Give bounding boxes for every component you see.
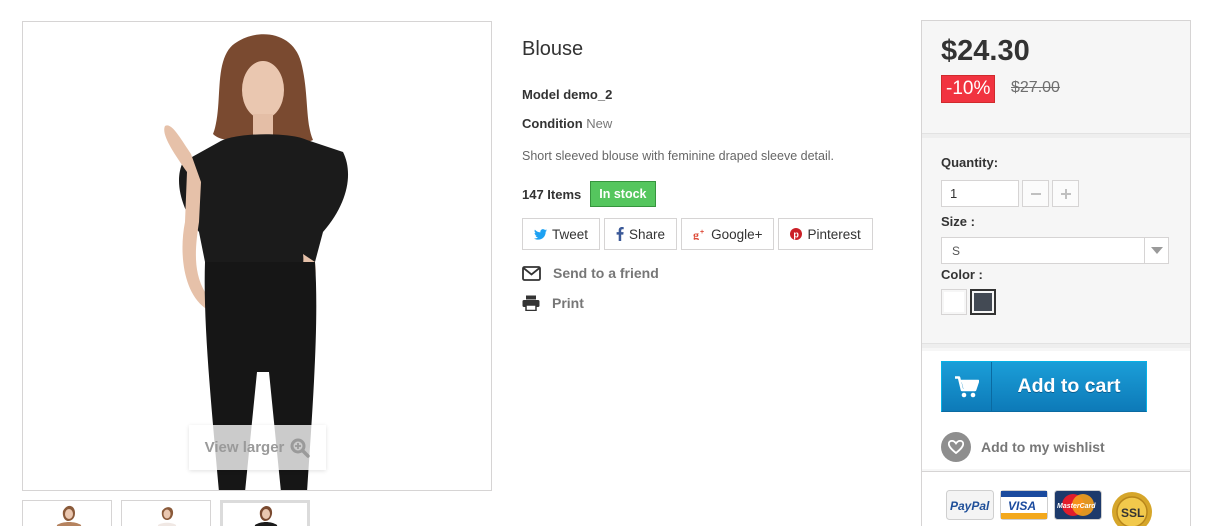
- svg-text:g: g: [693, 228, 699, 240]
- mastercard-text: MasterCard: [1057, 503, 1096, 510]
- tweet-button[interactable]: Tweet: [522, 218, 601, 250]
- current-price: $24.30: [941, 35, 1030, 67]
- send-to-friend-label: Send to a friend: [553, 265, 659, 281]
- zoom-icon: [290, 438, 311, 458]
- mastercard-logo: MasterCard: [1054, 490, 1102, 520]
- print-link[interactable]: Print: [522, 295, 584, 311]
- short-description: Short sleeved blouse with feminine drape…: [522, 149, 834, 163]
- send-to-friend-link[interactable]: Send to a friend: [522, 265, 659, 281]
- svg-text:p: p: [794, 230, 800, 240]
- color-label: Color :: [941, 267, 983, 282]
- size-label: Size :: [941, 214, 975, 229]
- svg-text:+: +: [700, 229, 704, 236]
- quantity-label: Quantity:: [941, 155, 999, 170]
- google-plus-icon: g +: [693, 228, 704, 240]
- cart-icon: [942, 362, 992, 411]
- view-larger-label: View larger: [204, 439, 285, 456]
- thumbnail-strip: [22, 500, 310, 526]
- product-main-image[interactable]: View larger: [22, 21, 492, 491]
- payment-logos: PayPal VISA MasterCard SSL: [946, 490, 1156, 526]
- discount-badge: -10%: [941, 75, 996, 103]
- condition-value: New: [586, 116, 613, 131]
- color-swatch-white[interactable]: [941, 289, 967, 315]
- wishlist-label: Add to my wishlist: [981, 439, 1105, 455]
- facebook-icon: [616, 227, 624, 241]
- pinterest-label: Pinterest: [807, 226, 861, 242]
- view-larger-button[interactable]: View larger: [189, 425, 326, 470]
- price-area: $24.30 -10% $27.00: [922, 21, 1190, 133]
- tweet-label: Tweet: [552, 226, 589, 242]
- items-count: 147 Items: [522, 186, 582, 202]
- quantity-increase-button[interactable]: [1052, 180, 1079, 207]
- model-label: Model: [522, 87, 560, 102]
- buy-box: $24.30 -10% $27.00 Quantity: Size : S Co…: [921, 20, 1191, 526]
- add-to-cart-button[interactable]: Add to cart: [941, 361, 1147, 412]
- color-swatch-dark[interactable]: [970, 289, 996, 315]
- pinterest-button[interactable]: p Pinterest: [778, 218, 873, 250]
- thumbnail-image: [157, 507, 177, 526]
- minus-icon: [1030, 192, 1041, 195]
- share-button[interactable]: Share: [604, 218, 678, 250]
- envelope-icon: [522, 265, 541, 281]
- chevron-down-icon: [1144, 238, 1168, 263]
- product-reference: Model demo_2: [522, 87, 612, 102]
- model-value: demo_2: [563, 87, 613, 102]
- quantity-decrease-button[interactable]: [1022, 180, 1049, 207]
- paypal-text: PayPal: [950, 499, 990, 513]
- thumbnail-image: [254, 505, 278, 526]
- share-label: Share: [629, 226, 666, 242]
- divider: [922, 133, 1190, 138]
- plus-icon: [1060, 188, 1071, 199]
- old-price: $27.00: [1011, 79, 1060, 96]
- product-title: Blouse: [522, 38, 584, 60]
- heart-icon: [941, 432, 971, 462]
- google-plus-button[interactable]: g + Google+: [681, 218, 775, 250]
- print-label: Print: [552, 295, 584, 311]
- availability-row: 147 Items In stock: [522, 181, 656, 207]
- stock-badge: In stock: [590, 181, 656, 207]
- thumbnail-2[interactable]: [121, 500, 211, 526]
- product-photo: [23, 22, 491, 490]
- ssl-badge: SSL: [1112, 492, 1152, 526]
- thumbnail-3[interactable]: [220, 500, 310, 526]
- visa-text: VISA: [1008, 499, 1036, 513]
- add-to-cart-label: Add to cart: [1017, 375, 1121, 397]
- pinterest-icon: p: [790, 228, 803, 240]
- swatch-fill: [974, 293, 992, 311]
- thumbnail-1[interactable]: [22, 500, 112, 526]
- google-plus-label: Google+: [711, 226, 763, 242]
- visa-logo: VISA: [1000, 490, 1048, 520]
- divider: [922, 343, 1190, 348]
- ssl-text: SSL: [1121, 506, 1144, 520]
- social-sharing: Tweet Share g + Google+ p Pinterest: [522, 218, 873, 250]
- printer-icon: [522, 295, 540, 311]
- size-selected-value: S: [952, 244, 961, 258]
- product-condition: Condition New: [522, 116, 612, 131]
- add-to-wishlist-link[interactable]: Add to my wishlist: [941, 432, 1105, 462]
- paypal-logo: PayPal: [946, 490, 994, 520]
- thumbnail-image: [56, 505, 82, 526]
- size-select[interactable]: S: [941, 237, 1169, 264]
- twitter-icon: [534, 228, 547, 240]
- quantity-input[interactable]: [941, 180, 1019, 207]
- cart-area: Add to cart Add to my wishlist: [922, 351, 1190, 469]
- payment-logos-area: PayPal VISA MasterCard SSL: [922, 471, 1190, 526]
- swatch-fill: [944, 292, 964, 312]
- condition-label: Condition: [522, 116, 583, 131]
